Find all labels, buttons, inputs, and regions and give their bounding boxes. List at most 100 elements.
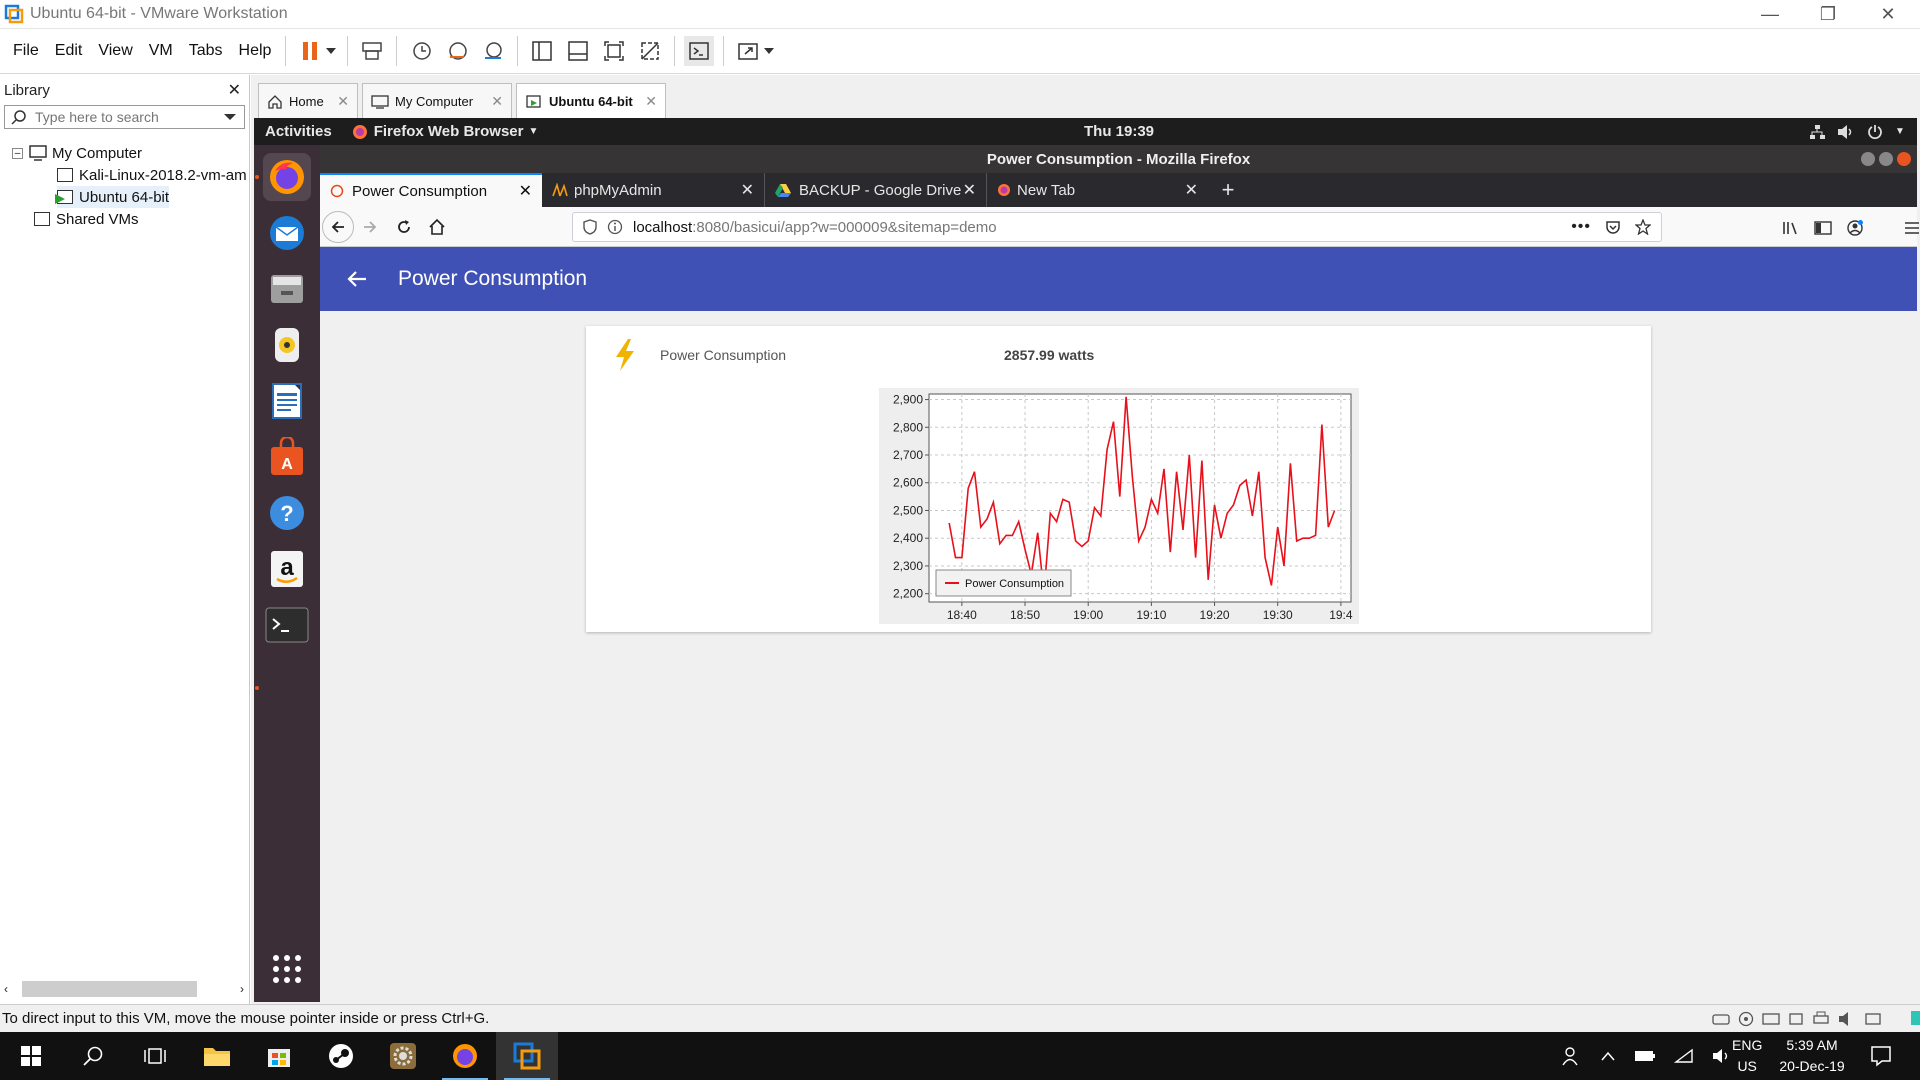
reload-button[interactable] xyxy=(396,219,412,235)
close-window-button[interactable]: ✕ xyxy=(1860,0,1916,29)
info-icon[interactable] xyxy=(607,219,623,235)
messages-icon[interactable] xyxy=(1910,1010,1920,1028)
dock-writer-icon[interactable] xyxy=(263,377,311,425)
minimize-button[interactable] xyxy=(1861,152,1875,166)
tree-item-kali[interactable]: Kali-Linux-2018.2-vm-am xyxy=(57,164,247,186)
dock-rhythmbox-icon[interactable] xyxy=(263,321,311,369)
taskbar-steam[interactable] xyxy=(310,1032,372,1080)
taskbar-explorer[interactable] xyxy=(186,1032,248,1080)
restore-button[interactable]: ❐ xyxy=(1800,0,1856,29)
system-tray[interactable]: ▼ xyxy=(1809,124,1905,140)
taskbar-firefox[interactable] xyxy=(434,1032,496,1080)
scrollbar-thumb[interactable] xyxy=(22,981,197,997)
dock-files-icon[interactable] xyxy=(263,265,311,313)
taskbar-app[interactable] xyxy=(372,1032,434,1080)
snapshot-manager-icon[interactable] xyxy=(478,36,508,66)
search-button[interactable] xyxy=(62,1032,124,1080)
scroll-right-icon[interactable]: › xyxy=(240,982,244,996)
sidebar-icon[interactable] xyxy=(1814,220,1832,236)
hamburger-menu-icon[interactable] xyxy=(1904,221,1920,235)
clock[interactable]: Thu 19:39 xyxy=(1084,123,1154,140)
chevron-down-icon[interactable]: ▼ xyxy=(1895,126,1905,137)
unity-mode-icon[interactable] xyxy=(635,36,665,66)
wifi-icon[interactable] xyxy=(1674,1048,1694,1064)
bookmark-star-icon[interactable] xyxy=(1635,219,1651,235)
close-tab-icon[interactable]: ✕ xyxy=(963,180,976,200)
usb-icon[interactable] xyxy=(1788,1012,1804,1026)
dock-firefox-icon[interactable] xyxy=(263,153,311,201)
menu-edit[interactable]: Edit xyxy=(47,42,91,60)
collapse-icon[interactable]: – xyxy=(12,147,23,159)
send-ctrl-alt-del-icon[interactable] xyxy=(357,36,387,66)
network-icon[interactable] xyxy=(1809,124,1825,140)
browser-tab-power[interactable]: Power Consumption ✕ xyxy=(320,173,542,207)
close-tab-icon[interactable]: ✕ xyxy=(1185,180,1198,200)
tree-item-ubuntu[interactable]: Ubuntu 64-bit xyxy=(55,186,170,208)
vm-tab-my-computer[interactable]: My Computer ✕ xyxy=(362,83,512,119)
notifications-icon[interactable] xyxy=(1870,1045,1892,1067)
app-menu[interactable]: Firefox Web Browser ▼ xyxy=(352,123,538,140)
dock-thunderbird-icon[interactable] xyxy=(263,209,311,257)
account-icon[interactable] xyxy=(1846,219,1864,237)
menu-view[interactable]: View xyxy=(90,42,140,60)
browser-tab-phpmyadmin[interactable]: phpMyAdmin ✕ xyxy=(542,173,764,207)
taskbar-clock[interactable]: 5:39 AM 20-Dec-19 xyxy=(1772,1035,1852,1077)
vm-tab-home[interactable]: Home ✕ xyxy=(258,83,358,119)
browser-tab-drive[interactable]: BACKUP - Google Drive ✕ xyxy=(764,173,986,207)
chevron-down-icon[interactable] xyxy=(220,112,240,122)
full-screen-icon[interactable] xyxy=(599,36,629,66)
library-horizontal-scrollbar[interactable]: ‹ › xyxy=(4,981,244,997)
power-chart[interactable]: 2,900 2,800 2,700 2,600 2,500 2,400 2,300 2,200… xyxy=(879,388,1359,624)
dock-software-icon[interactable]: A xyxy=(263,433,311,481)
chevron-down-icon[interactable] xyxy=(324,36,338,66)
new-tab-button[interactable]: + xyxy=(1208,173,1248,207)
hard-disk-icon[interactable] xyxy=(1712,1012,1730,1026)
vm-tab-ubuntu[interactable]: Ubuntu 64-bit ✕ xyxy=(516,83,666,119)
people-icon[interactable] xyxy=(1562,1046,1582,1066)
task-view-button[interactable] xyxy=(124,1032,186,1080)
start-button[interactable] xyxy=(0,1032,62,1080)
close-tab-icon[interactable]: ✕ xyxy=(491,93,503,110)
browser-tab-new[interactable]: New Tab ✕ xyxy=(986,173,1208,207)
dock-amazon-icon[interactable]: a xyxy=(263,545,311,593)
dock-terminal-icon[interactable] xyxy=(263,601,311,649)
sound-icon[interactable] xyxy=(1838,1011,1856,1027)
menu-vm[interactable]: VM xyxy=(141,42,181,60)
cd-icon[interactable] xyxy=(1738,1011,1754,1027)
taskbar-vmware[interactable] xyxy=(496,1032,558,1080)
library-search-input[interactable] xyxy=(35,109,220,125)
tree-item-my-computer[interactable]: – My Computer xyxy=(12,142,142,164)
chevron-down-icon[interactable] xyxy=(762,36,776,66)
show-library-icon[interactable] xyxy=(527,36,557,66)
activities-button[interactable]: Activities xyxy=(265,123,332,140)
close-tab-icon[interactable]: ✕ xyxy=(645,93,657,110)
scroll-left-icon[interactable]: ‹ xyxy=(4,982,8,996)
show-applications-icon[interactable] xyxy=(263,945,311,993)
thumbnail-bar-icon[interactable] xyxy=(563,36,593,66)
taskbar-store[interactable] xyxy=(248,1032,310,1080)
dock-help-icon[interactable]: ? xyxy=(263,489,311,537)
menu-file[interactable]: File xyxy=(5,42,47,60)
close-tab-icon[interactable]: ✕ xyxy=(519,181,532,201)
pocket-icon[interactable] xyxy=(1605,219,1621,235)
menu-help[interactable]: Help xyxy=(231,42,280,60)
snapshot-icon[interactable] xyxy=(406,36,436,66)
maximize-button[interactable] xyxy=(1879,152,1893,166)
volume-icon[interactable] xyxy=(1837,124,1855,140)
back-button[interactable] xyxy=(322,211,354,243)
close-library-icon[interactable]: ✕ xyxy=(228,80,241,100)
tree-item-shared-vms[interactable]: Shared VMs xyxy=(34,208,139,230)
chevron-up-icon[interactable] xyxy=(1600,1050,1616,1062)
forward-button[interactable] xyxy=(362,219,378,235)
speaker-icon[interactable] xyxy=(1712,1048,1732,1064)
menu-tabs[interactable]: Tabs xyxy=(181,42,231,60)
minimize-button[interactable]: — xyxy=(1742,0,1798,29)
library-icon[interactable] xyxy=(1782,220,1800,236)
input-language[interactable]: ENG US xyxy=(1732,1035,1762,1077)
url-bar[interactable]: localhost:8080/basicui/app?w=000009&site… xyxy=(572,212,1662,242)
stretch-guest-icon[interactable] xyxy=(733,36,763,66)
revert-snapshot-icon[interactable] xyxy=(442,36,472,66)
close-tab-icon[interactable]: ✕ xyxy=(741,180,754,200)
page-actions-icon[interactable]: ••• xyxy=(1571,218,1591,236)
close-window-button[interactable] xyxy=(1897,152,1911,166)
